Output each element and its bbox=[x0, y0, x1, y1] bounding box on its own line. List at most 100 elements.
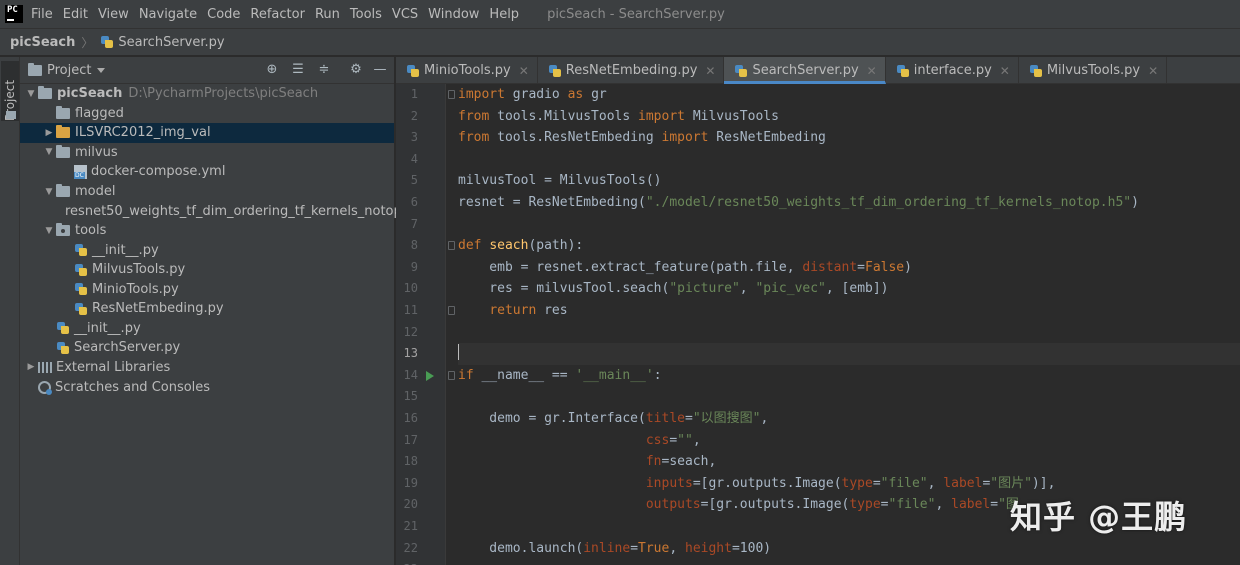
chevron-down-icon[interactable]: ▼ bbox=[42, 187, 56, 197]
code-token: from bbox=[458, 130, 490, 146]
fold-marker-icon[interactable] bbox=[448, 370, 455, 380]
python-file-icon bbox=[74, 243, 88, 257]
locate-icon[interactable]: ⊕ bbox=[264, 62, 280, 78]
code-line: emb = resnet.extract_feature(path.file, … bbox=[458, 257, 912, 279]
tree-item[interactable]: ▶ ILSVRC2012_img_val bbox=[20, 123, 394, 143]
code-token: label bbox=[951, 497, 991, 513]
chevron-down-icon[interactable]: ▼ bbox=[42, 226, 56, 236]
code-token: "pic_vec" bbox=[755, 281, 826, 297]
tree-item[interactable]: ▼ tools bbox=[20, 221, 394, 241]
tree-item[interactable]: __init__.py bbox=[20, 240, 394, 260]
tree-item[interactable]: ▼ picSeach D:\PycharmProjects\picSeach bbox=[20, 84, 394, 104]
tree-item[interactable]: ▶ External Libraries bbox=[20, 358, 394, 378]
project-panel: Project ⊕ ☰ ≑ ⚙ — ▼ picSeach D:\PycharmPro… bbox=[20, 57, 414, 565]
menu-navigate[interactable]: Navigate bbox=[139, 7, 197, 22]
tree-item[interactable]: docker-compose.yml bbox=[20, 162, 394, 182]
code-token: False bbox=[865, 259, 905, 275]
breadcrumb-project[interactable]: picSeach bbox=[10, 35, 75, 50]
project-tree: ▼ picSeach D:\PycharmProjects\picSeach flag… bbox=[20, 84, 414, 564]
code-token: return bbox=[489, 303, 537, 318]
chevron-right-icon[interactable]: ▶ bbox=[24, 362, 38, 372]
breadcrumb-file[interactable]: SearchServer.py bbox=[118, 35, 224, 50]
chevron-down-icon[interactable]: ▼ bbox=[42, 147, 56, 157]
code-token: MilvusTools bbox=[685, 108, 779, 124]
code-token: , bbox=[739, 281, 756, 297]
code-token: , bbox=[927, 475, 944, 491]
tree-item-label: ILSVRC2012_img_val bbox=[75, 125, 211, 141]
code-token: , [emb]) bbox=[825, 281, 889, 297]
code-token: = bbox=[857, 259, 865, 275]
menu-view[interactable]: View bbox=[98, 7, 129, 22]
code-line: demo = gr.Interface(title="以图搜图", bbox=[458, 408, 768, 430]
editor-tab[interactable]: interface.py ✕ bbox=[886, 57, 1019, 84]
code-line: res = milvusTool.seach("picture", "pic_v… bbox=[458, 278, 889, 300]
code-line: demo.launch(inline=True, height=100) bbox=[458, 538, 771, 560]
tree-item[interactable]: resnet50_weights_tf_dim_ordering_tf_kern… bbox=[20, 201, 414, 221]
code-token: css bbox=[645, 432, 670, 448]
code-token: seach bbox=[489, 238, 529, 254]
fold-marker-icon[interactable] bbox=[448, 90, 455, 99]
menu-window[interactable]: Window bbox=[428, 7, 479, 22]
code-token: "./model/resnet50_weights_tf_dim_orderin… bbox=[645, 195, 1132, 210]
close-icon[interactable]: ✕ bbox=[705, 64, 715, 78]
gear-icon[interactable]: ⚙ bbox=[348, 62, 364, 78]
python-file-icon bbox=[56, 321, 70, 335]
menu-help[interactable]: Help bbox=[489, 7, 519, 22]
tree-item[interactable]: ▼ model bbox=[20, 182, 394, 202]
close-icon[interactable]: ✕ bbox=[867, 64, 877, 78]
editor-tab[interactable]: SearchServer.py ✕ bbox=[724, 57, 886, 84]
menu-tools[interactable]: Tools bbox=[350, 7, 382, 22]
code-token: distant bbox=[802, 259, 858, 275]
tree-item-label: flagged bbox=[75, 105, 124, 121]
code-token: True bbox=[638, 540, 670, 556]
menu-code[interactable]: Code bbox=[207, 7, 240, 22]
menu-bar: PC File Edit View Navigate Code Refactor Run To… bbox=[0, 0, 1240, 28]
tree-item[interactable]: flagged bbox=[20, 104, 394, 124]
fold-marker-icon[interactable] bbox=[448, 306, 455, 315]
code-token: : bbox=[653, 367, 662, 383]
close-icon[interactable]: ✕ bbox=[1148, 64, 1158, 78]
code-token: = bbox=[872, 475, 881, 491]
tree-item[interactable]: MilvusTools.py bbox=[20, 260, 394, 280]
project-panel-title[interactable]: Project bbox=[47, 63, 91, 78]
code-token: emb = resnet.extract_feature(path.file, bbox=[458, 259, 803, 275]
line-number: 4 bbox=[410, 151, 418, 166]
code-token: (path): bbox=[528, 238, 584, 254]
menu-file[interactable]: File bbox=[31, 7, 53, 22]
menu-edit[interactable]: Edit bbox=[63, 7, 88, 22]
close-icon[interactable]: ✕ bbox=[1000, 64, 1010, 78]
editor-tab[interactable]: MinioTools.py ✕ bbox=[396, 57, 538, 84]
tree-item[interactable]: ResNetEmbeding.py bbox=[20, 299, 394, 319]
fold-marker-icon[interactable] bbox=[448, 241, 455, 251]
collapse-all-icon[interactable]: ≑ bbox=[316, 62, 332, 78]
tree-item[interactable]: SearchServer.py bbox=[20, 338, 394, 358]
chevron-down-icon[interactable]: ▼ bbox=[24, 89, 38, 99]
editor-tab[interactable]: ResNetEmbeding.py ✕ bbox=[538, 57, 725, 84]
code-line: fn=seach, bbox=[458, 451, 716, 473]
run-icon[interactable] bbox=[426, 370, 434, 381]
tree-item[interactable]: Scratches and Consoles bbox=[20, 377, 394, 397]
minimize-icon[interactable]: — bbox=[372, 62, 388, 78]
python-file-icon bbox=[734, 64, 748, 78]
close-icon[interactable]: ✕ bbox=[519, 64, 529, 78]
project-tool-window-button[interactable]: Project bbox=[1, 61, 19, 121]
tree-item[interactable]: __init__.py bbox=[20, 319, 394, 339]
chevron-right-icon[interactable]: ▶ bbox=[42, 128, 56, 138]
expand-all-icon[interactable]: ☰ bbox=[290, 62, 306, 78]
tree-item-label: model bbox=[75, 184, 116, 199]
line-number: 1 bbox=[410, 87, 418, 101]
editor-tab[interactable]: MilvusTools.py ✕ bbox=[1019, 57, 1168, 84]
line-number: 9 bbox=[410, 259, 418, 274]
menu-vcs[interactable]: VCS bbox=[392, 7, 418, 22]
menu-refactor[interactable]: Refactor bbox=[250, 7, 305, 22]
breadcrumb-separator: 〉 bbox=[81, 35, 94, 50]
tree-item-label: resnet50_weights_tf_dim_ordering_tf_kern… bbox=[65, 203, 415, 219]
chevron-down-icon[interactable] bbox=[97, 67, 106, 73]
tree-item[interactable]: ▼ milvus bbox=[20, 143, 394, 163]
tree-item[interactable]: MinioTools.py bbox=[20, 280, 394, 300]
editor-tab-label: SearchServer.py bbox=[752, 63, 859, 78]
menu-run[interactable]: Run bbox=[315, 7, 340, 22]
